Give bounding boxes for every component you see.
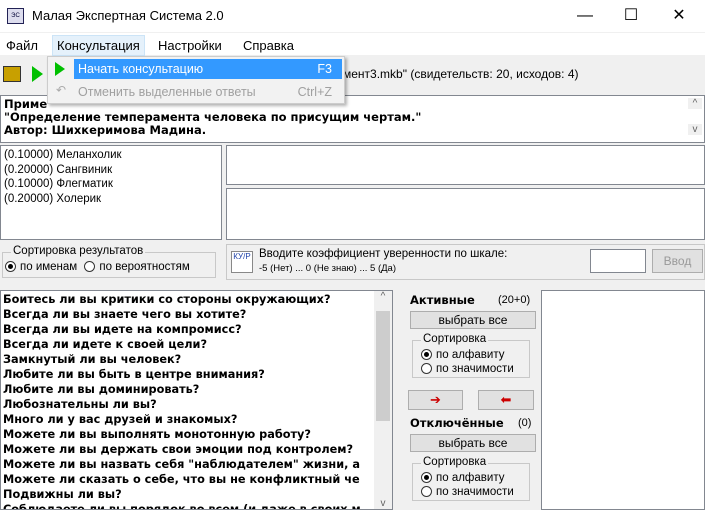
results-list[interactable]: (0.10000) Меланхолик (0.20000) Сангвиник… (0, 145, 222, 240)
result-item[interactable]: (0.20000) Сангвиник (4, 163, 218, 178)
info-line: Автор: Шихкеримова Мадина. (4, 123, 207, 137)
disable-arrow-button[interactable]: ➔ (408, 390, 463, 410)
active-alpha-radio[interactable] (421, 349, 432, 361)
confidence-icon: КУ/Р (231, 251, 253, 273)
question-item[interactable]: Можете ли вы назвать себя "наблюдателем"… (3, 457, 390, 472)
close-button[interactable]: ✕ (656, 0, 702, 32)
scroll-thumb[interactable] (376, 311, 390, 421)
result-item[interactable]: (0.10000) Флегматик (4, 177, 218, 192)
sort-legend: Сортировка (421, 333, 489, 345)
active-label: Активные (410, 293, 475, 307)
sort-by-name-radio[interactable] (5, 261, 16, 273)
filter-panel: Активные (20+0) выбрать все Сортировка п… (398, 290, 540, 510)
minimize-button[interactable]: — (562, 0, 608, 32)
maximize-button[interactable]: ☐ (608, 0, 654, 32)
weight-label: по значимости (436, 363, 514, 375)
question-item[interactable]: Всегда ли вы идете на компромисс? (3, 322, 390, 337)
scroll-down-icon[interactable]: v (374, 498, 392, 509)
disabled-alpha-radio[interactable] (421, 472, 432, 484)
enter-button[interactable]: Ввод (652, 249, 703, 273)
comment-box (226, 188, 705, 240)
question-item[interactable]: Всегда ли идете к своей цели? (3, 337, 390, 352)
app-icon: ЭС (7, 8, 24, 24)
input-scale: -5 (Нет) ... 0 (Не знаю) ... 5 (Да) (259, 263, 396, 274)
question-item[interactable]: Любознательны ли вы? (3, 397, 390, 412)
alpha-label: по алфавиту (436, 472, 505, 484)
input-prompt: Вводите коэффициент уверенности по шкале… (259, 248, 508, 260)
sort-legend: Сортировка (421, 456, 489, 468)
menu-settings[interactable]: Настройки (154, 36, 226, 55)
question-item[interactable]: Всегда ли вы знаете чего вы хотите? (3, 307, 390, 322)
question-item[interactable]: Боитесь ли вы критики со стороны окружаю… (3, 292, 390, 307)
disabled-label: Отключённые (410, 416, 504, 430)
sort-by-prob-label: по вероятностям (99, 261, 190, 273)
disabled-count: (0) (518, 417, 532, 429)
menu-bar: Файл Консультация Настройки Справка (0, 33, 705, 56)
disabled-select-all-button[interactable]: выбрать все (410, 434, 536, 452)
active-weight-radio[interactable] (421, 363, 432, 375)
active-sort-group: Сортировка по алфавиту по значимости (412, 333, 530, 378)
active-count: (20+0) (498, 294, 531, 306)
question-item[interactable]: Можете ли вы держать свои эмоции под кон… (3, 442, 390, 457)
open-folder-icon[interactable] (3, 66, 21, 82)
menu-item-start[interactable]: Начать консультацию F3 (74, 59, 342, 79)
title-bar: ЭС Малая Экспертная Система 2.0 — ☐ ✕ (0, 0, 705, 32)
disabled-sort-group: Сортировка по алфавиту по значимости (412, 456, 530, 501)
sort-results-group: Сортировка результатов по именам по веро… (2, 245, 216, 278)
question-item[interactable]: Много ли у вас друзей и знакомых? (3, 412, 390, 427)
menu-item-label: Отменить выделенные ответы (78, 85, 256, 99)
question-item[interactable]: Любите ли вы доминировать? (3, 382, 390, 397)
sort-results-legend: Сортировка результатов (11, 245, 146, 257)
sort-by-name-label: по именам (20, 261, 78, 273)
question-item[interactable]: Замкнутый ли вы человек? (3, 352, 390, 367)
weight-label: по значимости (436, 486, 514, 498)
menu-item-label: Начать консультацию (78, 62, 204, 76)
alpha-label: по алфавиту (436, 349, 505, 361)
play-icon (55, 62, 65, 76)
question-item[interactable]: Можете ли вы выполнять монотонную работу… (3, 427, 390, 442)
sort-by-prob-radio[interactable] (84, 261, 96, 273)
question-item[interactable]: Любите ли вы быть в центре внимания? (3, 367, 390, 382)
questions-list[interactable]: Боитесь ли вы критики со стороны окружаю… (0, 290, 393, 510)
scroll-up-icon[interactable]: ^ (688, 98, 702, 109)
scroll-down-icon[interactable]: v (688, 124, 702, 135)
input-panel: КУ/Р Вводите коэффициент уверенности по … (226, 244, 705, 280)
consultation-dropdown: Начать консультацию F3 ↶ Отменить выделе… (47, 56, 345, 104)
menu-file[interactable]: Файл (2, 36, 42, 55)
question-item[interactable]: Соблюдаете ли вы порядок во всем (и даже… (3, 502, 390, 509)
menu-item-shortcut: F3 (317, 62, 332, 76)
menu-item-undo[interactable]: Отменить выделенные ответы Ctrl+Z (74, 82, 342, 102)
kb-status: мент3.mkb" (свидетельств: 20, исходов: 4… (343, 67, 579, 81)
undo-icon: ↶ (56, 83, 67, 97)
question-item[interactable]: Можете ли сказать о себе, что вы не конф… (3, 472, 390, 487)
active-select-all-button[interactable]: выбрать все (410, 311, 536, 329)
question-item[interactable]: Подвижны ли вы? (3, 487, 390, 502)
scroll-up-icon[interactable]: ^ (374, 291, 392, 309)
enable-arrow-button[interactable]: ⬅ (478, 390, 534, 410)
result-item[interactable]: (0.20000) Холерик (4, 192, 218, 207)
menu-item-shortcut: Ctrl+Z (297, 85, 332, 99)
disabled-weight-radio[interactable] (421, 486, 432, 498)
menu-help[interactable]: Справка (239, 36, 298, 55)
play-icon[interactable] (32, 66, 43, 82)
question-text-box (226, 145, 705, 185)
result-item[interactable]: (0.10000) Меланхолик (4, 148, 218, 163)
disabled-questions-list[interactable] (541, 290, 705, 510)
window-title: Малая Экспертная Система 2.0 (32, 8, 224, 23)
menu-consultation[interactable]: Консультация (52, 35, 145, 56)
questions-scrollbar[interactable]: ^ v (374, 291, 392, 509)
confidence-input[interactable] (590, 249, 646, 273)
